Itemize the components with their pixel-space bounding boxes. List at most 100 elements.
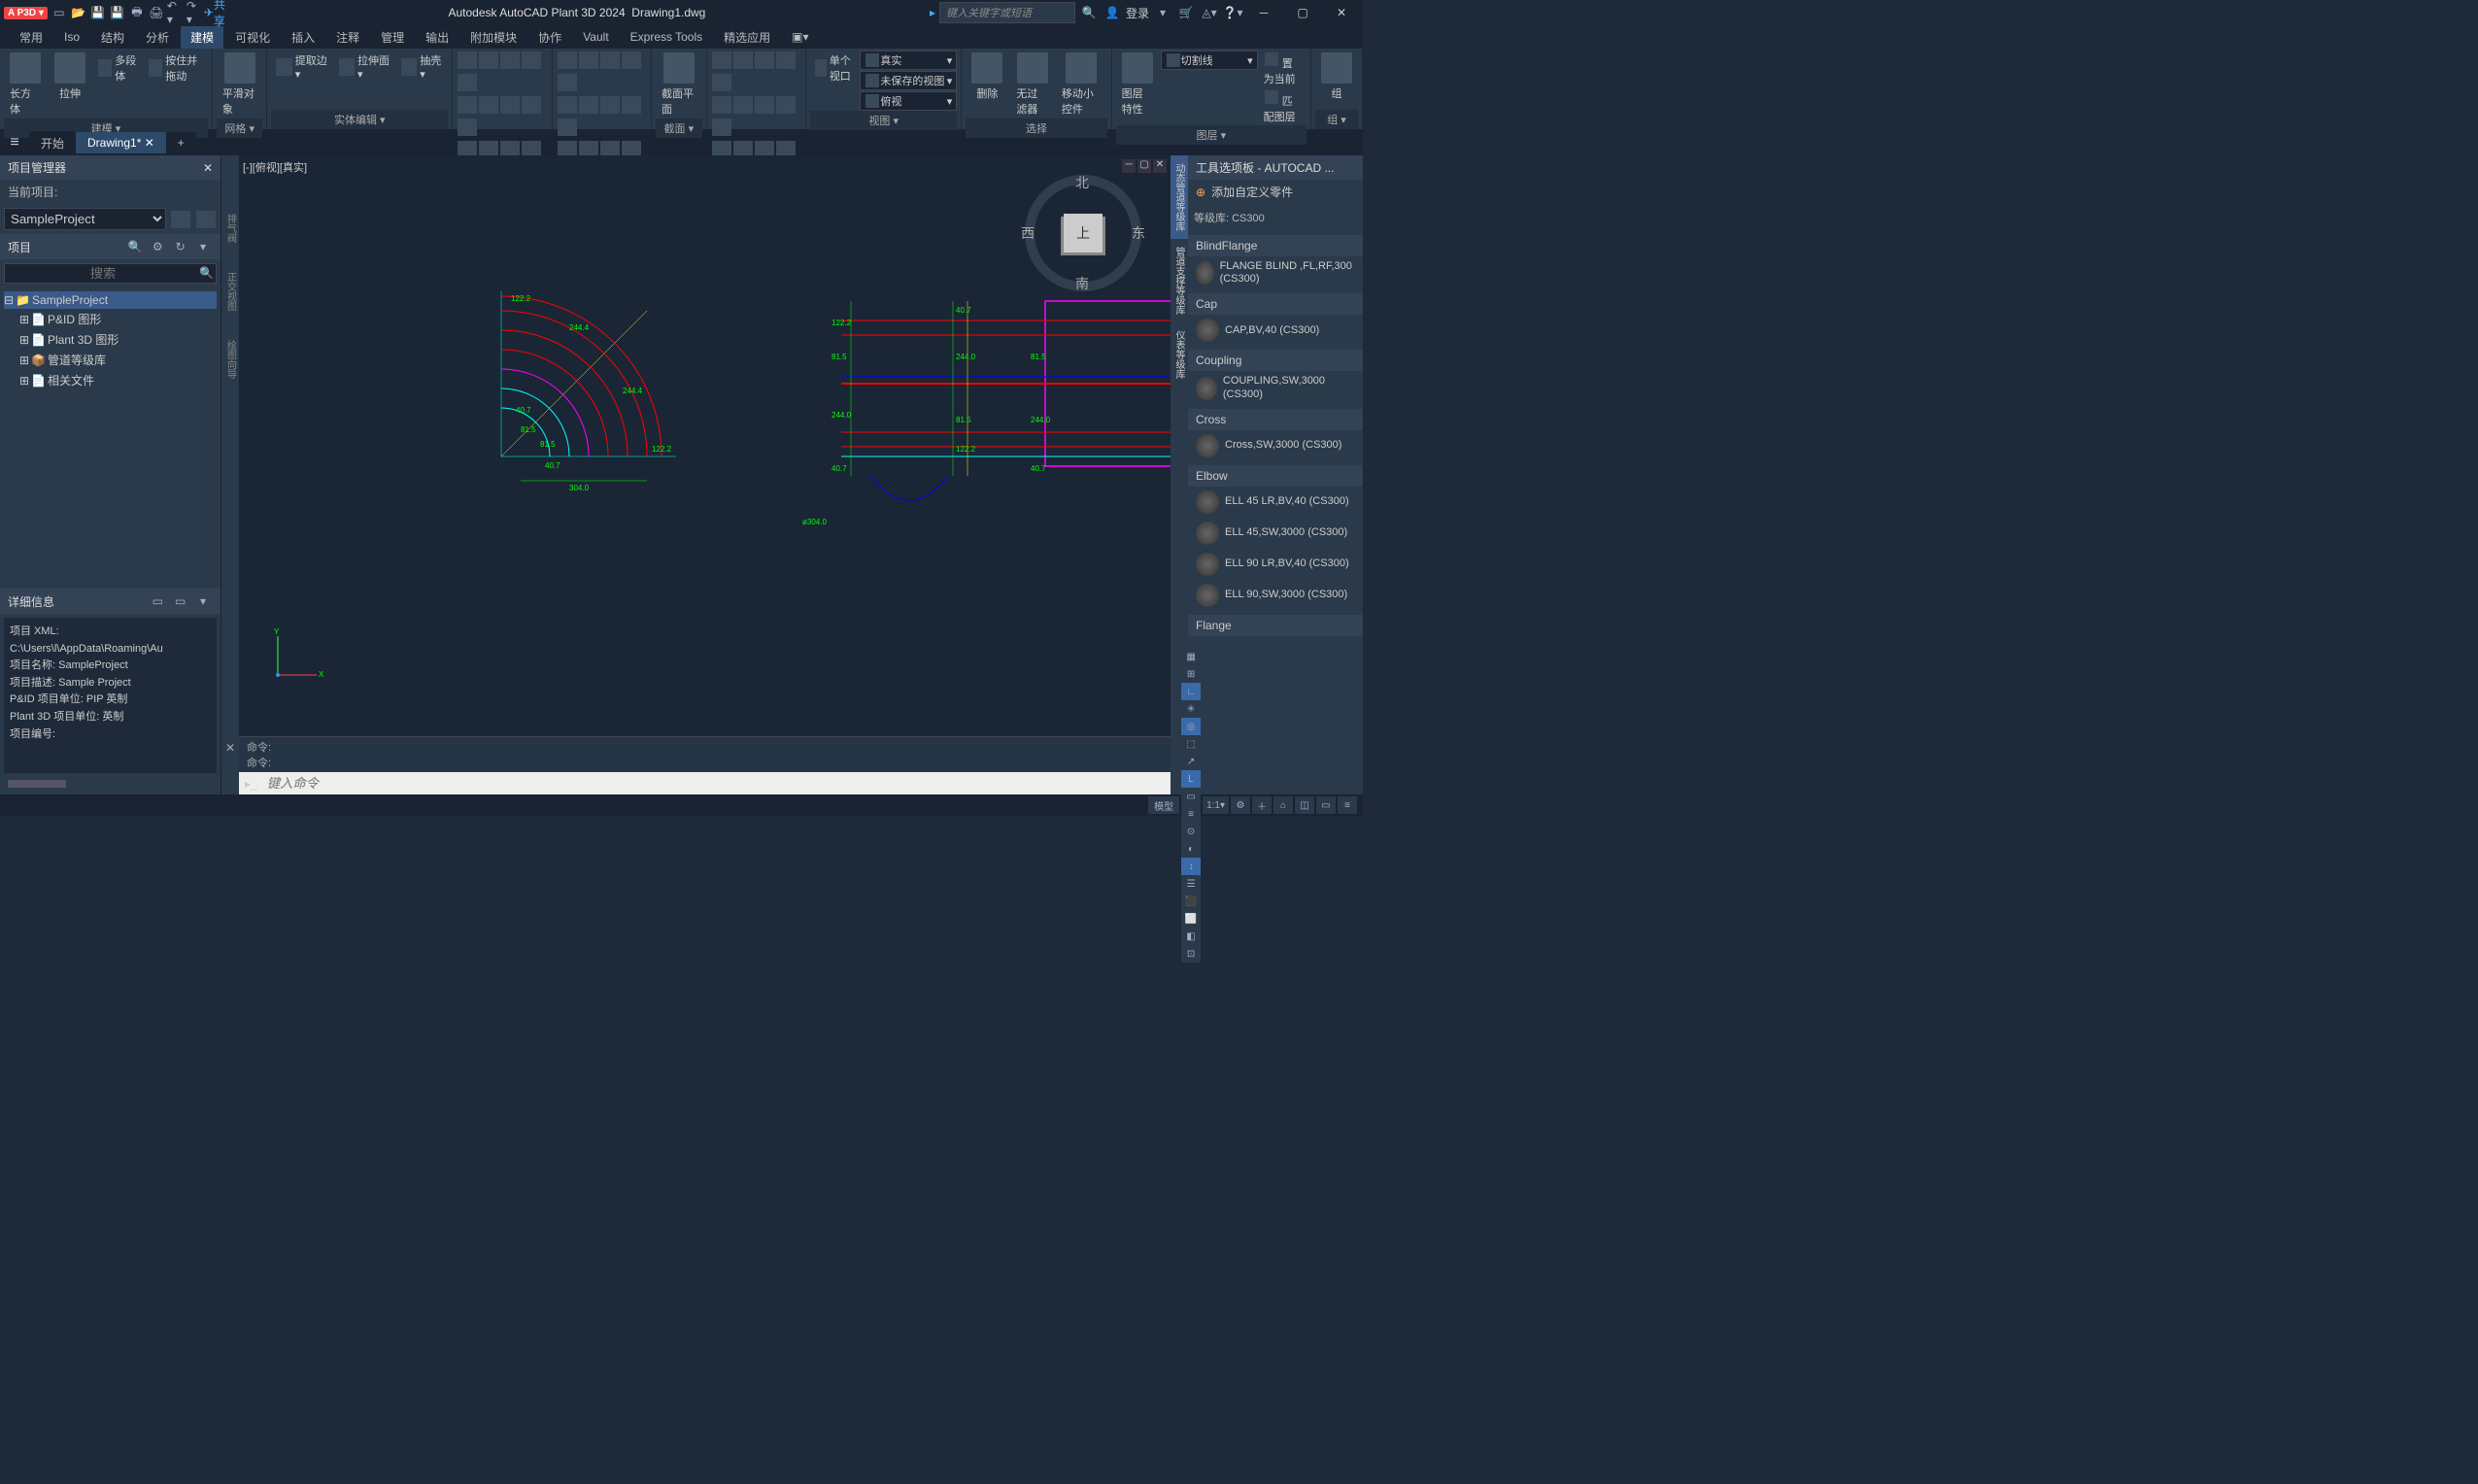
plot-icon[interactable]: 🖶 <box>128 4 146 21</box>
ucs-icon[interactable]: X Y <box>268 626 326 688</box>
panel-title[interactable]: 网格 ▾ <box>217 118 263 138</box>
ribbon-tool-icon[interactable] <box>579 96 598 114</box>
status-gear-icon[interactable]: ⚙ <box>1231 796 1250 814</box>
tab-drawing[interactable]: Drawing1* ✕ <box>76 132 166 153</box>
open-icon[interactable]: 📂 <box>70 4 87 21</box>
status-scale[interactable]: 1:1 ▾ <box>1203 796 1229 814</box>
ribbon-tool-icon[interactable] <box>479 51 498 69</box>
app-logo-icon[interactable]: A P3D ▾ <box>4 7 48 19</box>
menu-建模[interactable]: 建模 <box>181 26 223 49</box>
status-menu-icon[interactable]: ≡ <box>1338 796 1357 814</box>
status-ws[interactable]: ⬛ <box>1181 893 1201 910</box>
ribbon-combo[interactable]: 切割线 ▾ <box>1161 51 1258 70</box>
ribbon-按住并拖动-button[interactable]: 按住并拖动 <box>144 51 208 85</box>
status-ann[interactable]: ☰ <box>1181 875 1201 893</box>
ribbon-移动小控件-button[interactable]: 移动小控件 <box>1056 51 1107 118</box>
panel-title[interactable]: 截面 ▾ <box>656 118 702 138</box>
status-model-button[interactable]: 模型 <box>1148 796 1179 814</box>
status-hw[interactable]: ⬜ <box>1181 910 1201 928</box>
ribbon-单个视口-button[interactable]: 单个视口 <box>810 51 858 85</box>
status-osnap[interactable]: ◎ <box>1181 718 1201 735</box>
status-clean-icon[interactable]: ▭ <box>1316 796 1336 814</box>
ribbon-tool-icon[interactable] <box>776 96 796 114</box>
part-item[interactable]: ELL 90 LR,BV,40 (CS300) <box>1188 549 1363 580</box>
status-ducs[interactable]: L <box>1181 770 1201 788</box>
menu-可视化[interactable]: 可视化 <box>225 26 280 49</box>
ribbon-tool-icon[interactable] <box>712 74 731 91</box>
tree-search-go-icon[interactable]: 🔍 <box>199 266 214 281</box>
ribbon-combo[interactable]: 未保存的视图 ▾ <box>860 71 957 90</box>
part-item[interactable]: ELL 45,SW,3000 (CS300) <box>1188 518 1363 549</box>
status-tpy[interactable]: ⊙ <box>1181 823 1201 840</box>
ribbon-抽壳 ▾-button[interactable]: 抽壳 ▾ <box>396 51 448 83</box>
project-select[interactable]: SampleProject <box>4 208 166 230</box>
app-switcher-icon[interactable]: ◬▾ <box>1201 4 1218 21</box>
redo-icon[interactable]: ↷ ▾ <box>187 4 204 21</box>
ribbon-tool-icon[interactable] <box>600 96 620 114</box>
vtab-3[interactable]: 仪表等级库 <box>1171 322 1188 387</box>
ribbon-tool-icon[interactable] <box>755 96 774 114</box>
panel-title[interactable]: 视图 ▾ <box>810 111 957 130</box>
menu-注释[interactable]: 注释 <box>326 26 369 49</box>
details-scrollbar[interactable] <box>4 777 217 791</box>
part-item[interactable]: FLANGE BLIND ,FL,RF,300 (CS300) <box>1188 256 1363 289</box>
ribbon-tool-icon[interactable] <box>458 96 477 114</box>
menu-精选应用[interactable]: 精选应用 <box>714 26 780 49</box>
proj-btn1-icon[interactable] <box>171 211 190 228</box>
part-item[interactable]: ELL 90,SW,3000 (CS300) <box>1188 580 1363 611</box>
tree-node[interactable]: ⊞ 📄 Plant 3D 图形 <box>4 329 217 350</box>
menu-管理[interactable]: 管理 <box>371 26 414 49</box>
ribbon-tool-icon[interactable] <box>558 96 577 114</box>
ribbon-tool-icon[interactable] <box>479 96 498 114</box>
panel-title[interactable]: 组 ▾ <box>1315 110 1358 129</box>
part-item[interactable]: ELL 45 LR,BV,40 (CS300) <box>1188 487 1363 518</box>
new-icon[interactable]: ▭ <box>51 4 68 21</box>
status-lwt[interactable]: ≡ <box>1181 805 1201 823</box>
menu-协作[interactable]: 协作 <box>528 26 571 49</box>
status-iso[interactable]: ◧ <box>1181 928 1201 945</box>
part-category[interactable]: Elbow <box>1188 465 1363 487</box>
status-snap[interactable]: ⊞ <box>1181 665 1201 683</box>
ribbon-提取边 ▾-button[interactable]: 提取边 ▾ <box>271 51 331 83</box>
ribbon-tool-icon[interactable] <box>712 118 731 136</box>
ribbon-tool-icon[interactable] <box>558 74 577 91</box>
status-ortho[interactable]: ∟ <box>1181 683 1201 700</box>
ribbon-tool-icon[interactable] <box>522 51 541 69</box>
menu-分析[interactable]: 分析 <box>136 26 179 49</box>
detail-btn1-icon[interactable]: ▭ <box>149 592 166 610</box>
login-button[interactable]: 登录 <box>1126 5 1149 21</box>
ribbon-tool-icon[interactable] <box>458 51 477 69</box>
ribbon-拉伸面 ▾-button[interactable]: 拉伸面 ▾ <box>334 51 394 83</box>
menu-icon[interactable]: ≡ <box>0 134 29 152</box>
ribbon-combo[interactable]: 俯视 ▾ <box>860 91 957 111</box>
cart-icon[interactable]: 🛒 <box>1177 4 1195 21</box>
side-tab-1[interactable]: 排气阀 <box>223 214 238 243</box>
part-category[interactable]: Flange <box>1188 615 1363 636</box>
ribbon-tool-icon[interactable] <box>600 51 620 69</box>
part-category[interactable]: Cap <box>1188 293 1363 315</box>
vtab-1[interactable]: 动态管道等级库 <box>1171 155 1188 239</box>
ribbon-tool-icon[interactable] <box>500 51 520 69</box>
status-sc[interactable]: ↕ <box>1181 858 1201 875</box>
part-item[interactable]: COUPLING,SW,3000 (CS300) <box>1188 371 1363 404</box>
ribbon-tool-icon[interactable] <box>579 51 598 69</box>
vtab-2[interactable]: 管道支撑等级库 <box>1171 239 1188 322</box>
panel-title[interactable]: 图层 ▾ <box>1116 125 1307 145</box>
maximize-button[interactable]: ▢ <box>1285 3 1320 22</box>
side-tab-3[interactable]: 绘图向导 <box>223 340 238 379</box>
share-icon[interactable]: ✈ 共享 <box>206 4 223 21</box>
panel-title[interactable]: 选择 <box>966 118 1106 138</box>
status-3dosnap[interactable]: ⬚ <box>1181 735 1201 753</box>
status-grid[interactable]: ▦ <box>1181 648 1201 665</box>
menu-Express Tools[interactable]: Express Tools <box>621 27 712 47</box>
search-icon[interactable]: 🔍 <box>126 238 144 255</box>
menu-插入[interactable]: 插入 <box>282 26 324 49</box>
ribbon-多段体-button[interactable]: 多段体 <box>93 51 142 85</box>
ribbon-无过滤器-button[interactable]: 无过滤器 <box>1010 51 1054 118</box>
detail-btn2-icon[interactable]: ▭ <box>172 592 189 610</box>
ribbon-截面平面-button[interactable]: 截面平面 <box>656 51 702 118</box>
status-polar[interactable]: ✳ <box>1181 700 1201 718</box>
user-icon[interactable]: 👤 <box>1103 4 1121 21</box>
tree-node[interactable]: ⊟ 📁 SampleProject <box>4 291 217 309</box>
search-go-icon[interactable]: 🔍 <box>1080 4 1098 21</box>
